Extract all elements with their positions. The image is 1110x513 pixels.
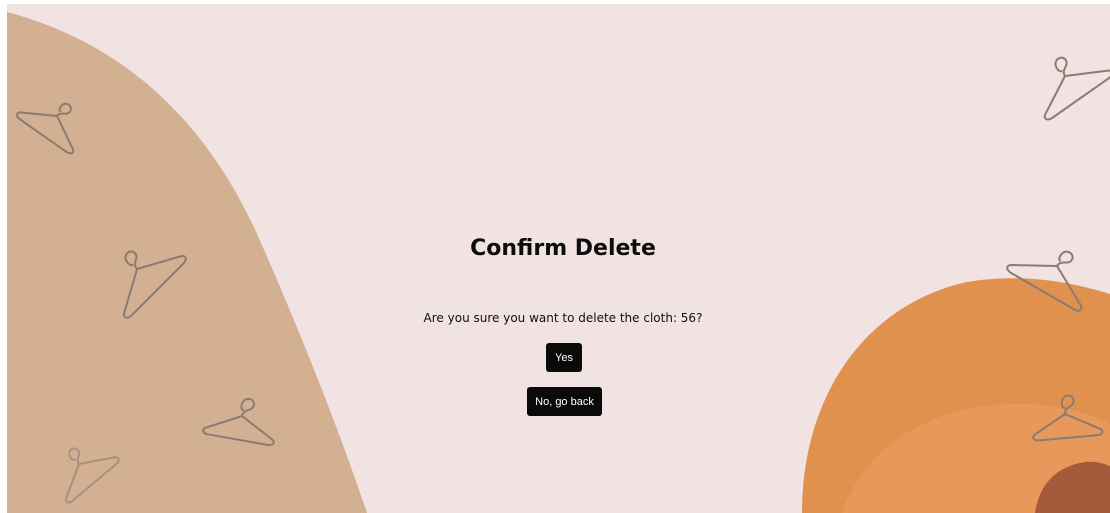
confirm-message: Are you sure you want to delete the clot… xyxy=(423,311,703,325)
yes-button[interactable]: Yes xyxy=(546,343,582,372)
confirm-delete-panel: Confirm Delete Are you sure you want to … xyxy=(7,4,1110,513)
go-back-button[interactable]: No, go back xyxy=(527,387,602,416)
page-background: Confirm Delete Are you sure you want to … xyxy=(7,4,1110,513)
page-title: Confirm Delete xyxy=(470,236,656,261)
